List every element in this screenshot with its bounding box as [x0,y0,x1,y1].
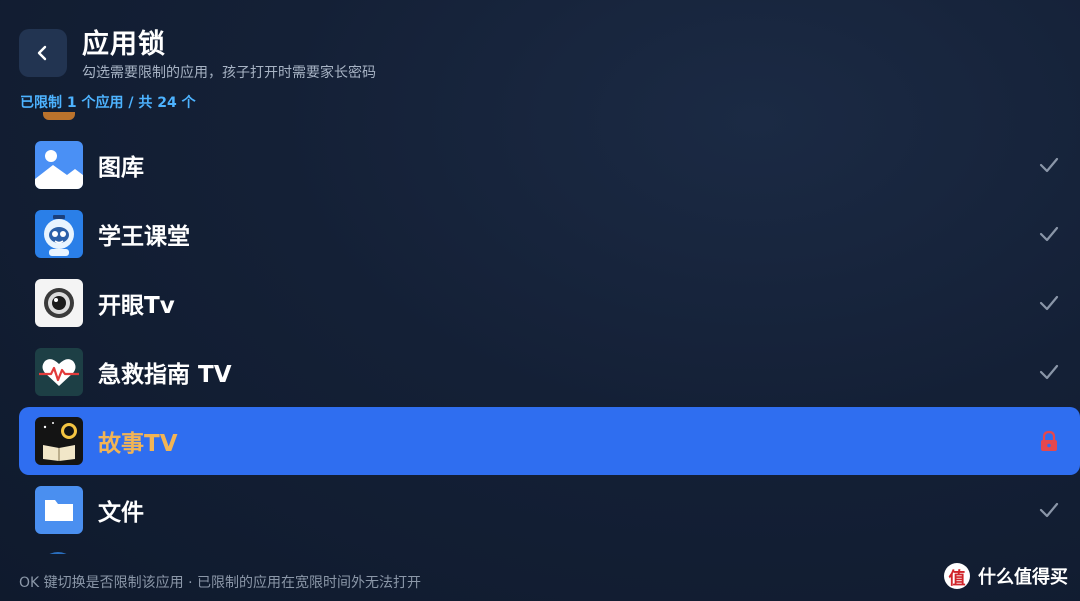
app-name: 学王课堂 [98,224,190,250]
moon-book-icon [35,417,83,465]
watermark-logo: 值 [944,563,970,589]
app-row-first-aid[interactable]: 急救指南 TV [19,338,1080,406]
app-list[interactable]: 图库 学王课堂 开眼Tv 急救指南 TV 故事TV 文件 [19,112,1080,554]
check-icon [1039,295,1059,311]
app-name: 开眼Tv [98,293,175,319]
app-row-gallery[interactable]: 图库 [19,131,1080,199]
watermark-text: 什么值得买 [978,567,1068,588]
check-icon [1039,226,1059,242]
app-row-story-tv[interactable]: 故事TV [19,407,1080,475]
check-icon [1039,502,1059,518]
back-button[interactable] [19,29,67,77]
folder-icon [35,486,83,534]
app-name: 图库 [98,155,144,181]
chevron-left-icon [37,45,47,61]
check-icon [1039,157,1059,173]
eye-icon [35,279,83,327]
restricted-count: 已限制 1 个应用 / 共 24 个 [20,95,196,111]
robot-mascot-icon [35,210,83,258]
app-row-files[interactable]: 文件 [19,476,1080,544]
app-name: 文件 [98,500,144,526]
app-row-xuewang[interactable]: 学王课堂 [19,200,1080,268]
app-row-kaiyan[interactable]: 开眼Tv [19,269,1080,337]
partial-app-icon [43,112,75,120]
page-subtitle: 勾选需要限制的应用，孩子打开时需要家长密码 [82,65,376,81]
check-icon [1039,364,1059,380]
footer-hint: OK 键切换是否限制该应用 · 已限制的应用在宽限时间外无法打开 [19,575,421,591]
watermark-logo-text: 值 [948,568,966,589]
watermark: 值 什么值得买 [944,563,1068,589]
lock-icon [1041,430,1057,451]
page-title: 应用锁 [82,29,166,60]
app-name: 急救指南 TV [98,362,232,388]
app-name: 故事TV [98,431,178,457]
heart-pulse-icon [35,348,83,396]
gallery-icon [35,141,83,189]
partial-app-icon [39,552,77,554]
